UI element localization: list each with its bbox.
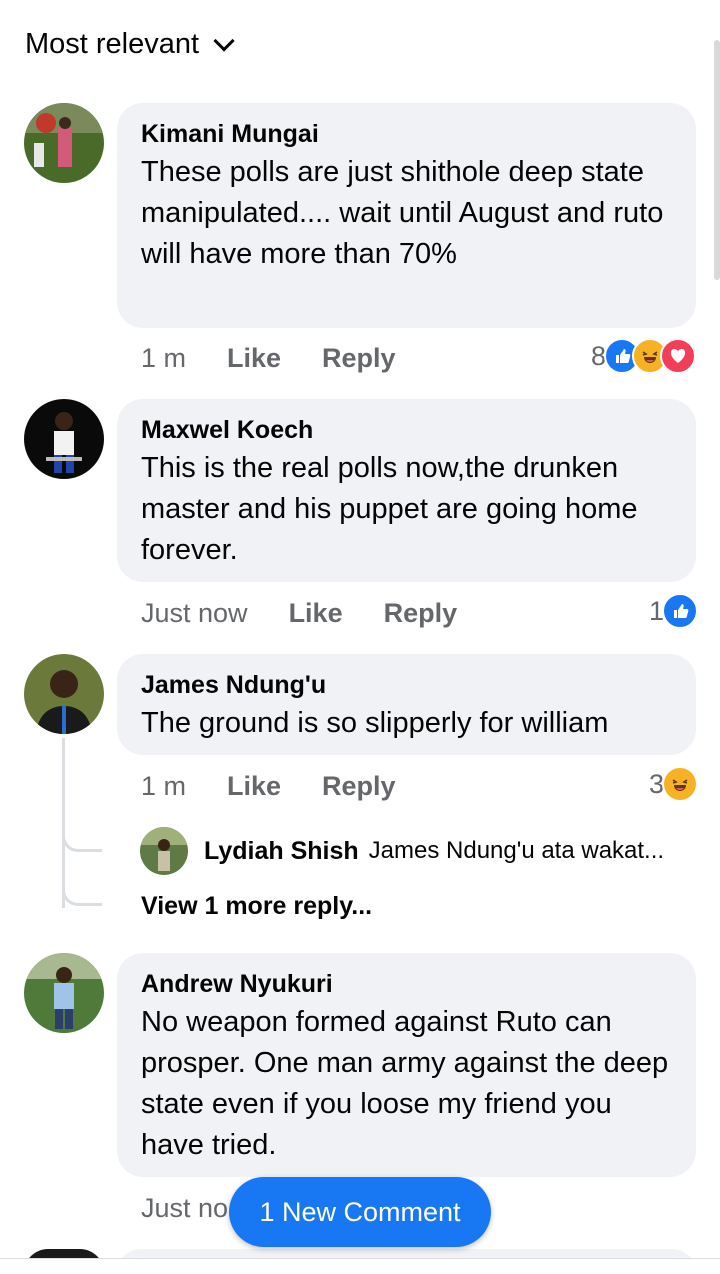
reply-button[interactable]: Reply <box>384 598 458 629</box>
comment-time[interactable]: 1 m <box>141 771 186 802</box>
comment-time[interactable]: 1 m <box>141 343 186 374</box>
scrollbar[interactable] <box>714 40 720 280</box>
comment-bubble: James Ndung'u The ground is so slipperly… <box>117 654 696 755</box>
comment-text: The ground is so slipperly for william <box>141 707 609 739</box>
thread-connector <box>62 884 102 906</box>
love-icon <box>660 338 696 374</box>
comment-time[interactable]: Just now <box>141 598 248 629</box>
thread-connector <box>62 830 102 852</box>
like-button[interactable]: Like <box>227 343 281 374</box>
reply-preview[interactable]: Lydiah Shish James Ndung'u ata wakat... <box>140 827 664 875</box>
comment-bubble: Maxwel Koech This is the real polls now,… <box>117 399 696 582</box>
sort-label: Most relevant <box>25 27 200 60</box>
composer-bar <box>0 1258 720 1274</box>
avatar[interactable] <box>24 953 104 1033</box>
reply-snippet: James Ndung'u ata wakat... <box>368 837 665 864</box>
reply-button[interactable]: Reply <box>322 771 396 802</box>
comment-text: No weapon formed against Ruto can prospe… <box>141 1006 669 1161</box>
reply-button[interactable]: Reply <box>322 343 396 374</box>
chevron-down-icon <box>213 29 235 52</box>
thread-line <box>62 738 65 908</box>
comment-author[interactable]: Kimani Mungai <box>141 119 672 149</box>
comment-text: This is the real polls now,the drunken m… <box>141 452 638 566</box>
view-more-replies-link[interactable]: View 1 more reply... <box>141 892 372 921</box>
reply-author[interactable]: Lydiah Shish <box>204 837 359 866</box>
avatar[interactable] <box>24 654 104 734</box>
avatar[interactable] <box>24 399 104 479</box>
comment-bubble: Kimani Mungai These polls are just shith… <box>117 103 696 328</box>
avatar[interactable] <box>24 103 104 183</box>
sort-dropdown[interactable]: Most relevant <box>25 24 235 64</box>
comment-author[interactable]: Andrew Nyukuri <box>141 969 672 999</box>
comment-author[interactable]: Maxwel Koech <box>141 415 672 445</box>
avatar[interactable] <box>140 827 188 875</box>
comment-actions: Just now Like Reply <box>141 595 457 631</box>
new-comment-button[interactable]: 1 New Comment <box>229 1177 491 1247</box>
reaction-summary[interactable]: 1 <box>649 593 698 629</box>
comment-actions: 1 m Like Reply <box>141 340 396 376</box>
reaction-summary[interactable]: 3 <box>649 766 698 802</box>
comment-time[interactable]: Just no <box>141 1193 228 1224</box>
like-button[interactable]: Like <box>289 598 343 629</box>
comment-text: These polls are just shithole deep state… <box>141 156 664 270</box>
comment-author[interactable]: James Ndung'u <box>141 670 672 700</box>
comment-bubble: Andrew Nyukuri No weapon formed against … <box>117 953 696 1177</box>
haha-icon <box>662 766 698 802</box>
like-button[interactable]: Like <box>227 771 281 802</box>
comment-actions: Just no <box>141 1190 228 1226</box>
comment-actions: 1 m Like Reply <box>141 768 396 804</box>
like-icon <box>662 593 698 629</box>
reaction-summary[interactable]: 8 <box>591 338 696 374</box>
